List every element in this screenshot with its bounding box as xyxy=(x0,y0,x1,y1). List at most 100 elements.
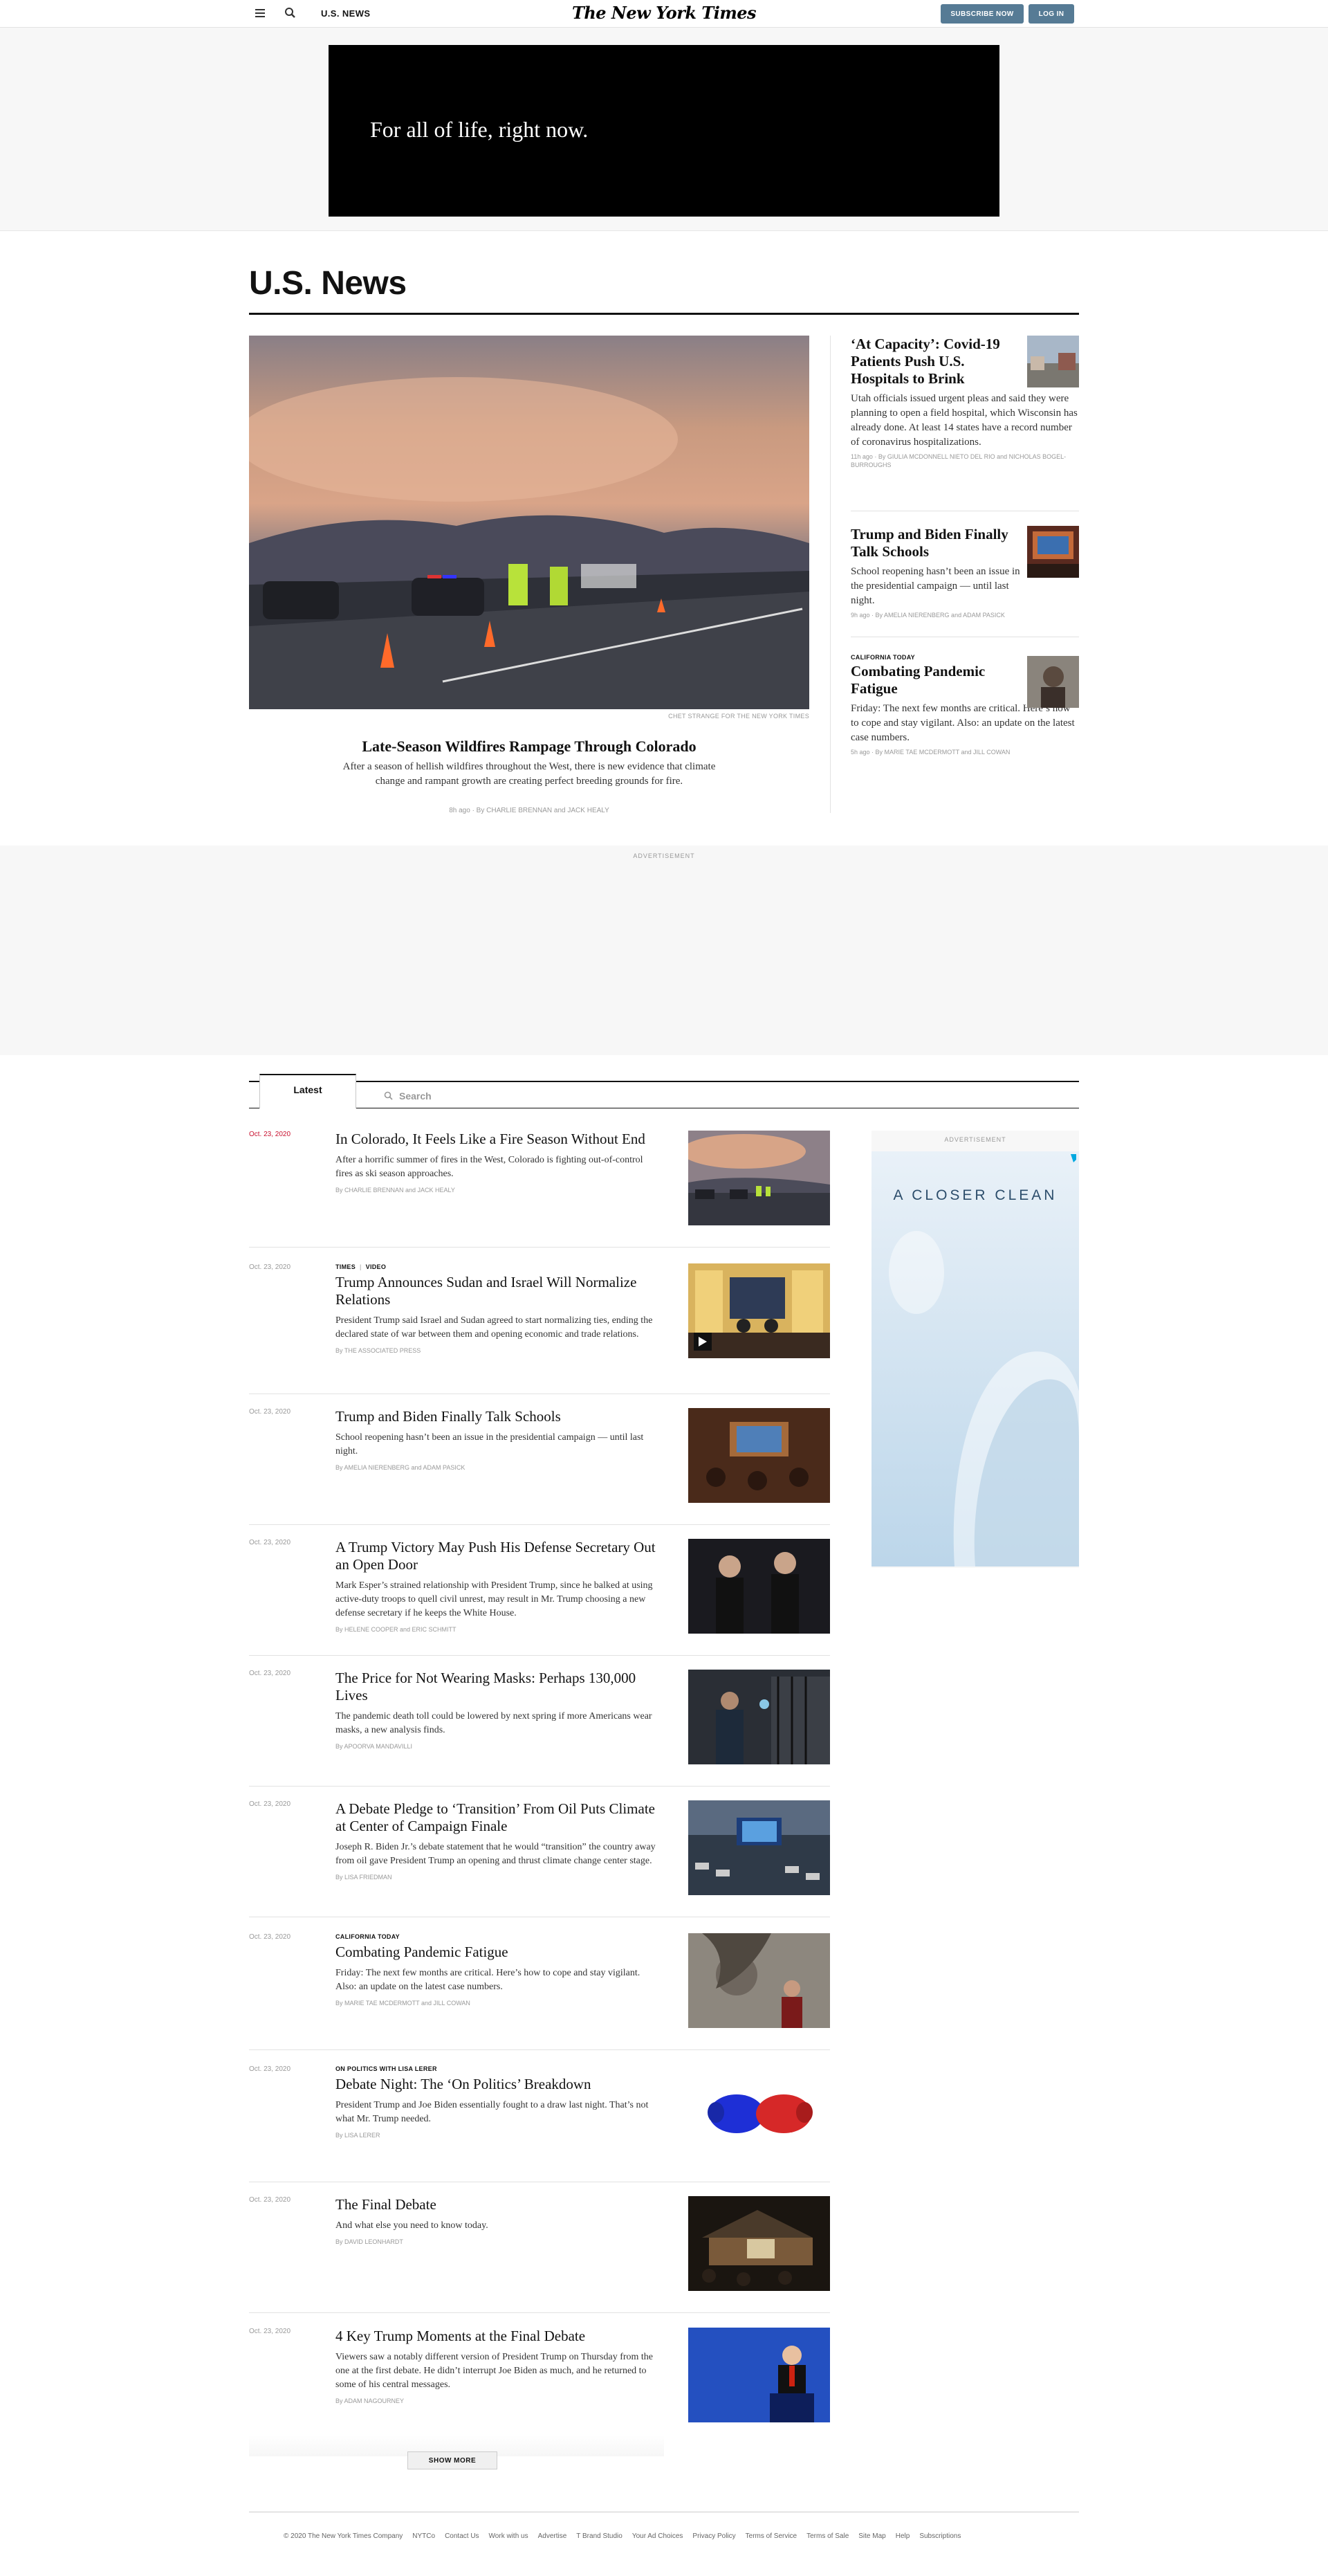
search-placeholder: Search xyxy=(399,1090,432,1102)
footer-link-advertise[interactable]: Advertise xyxy=(538,2532,567,2540)
menu-icon[interactable] xyxy=(253,7,267,21)
item-thumbnail[interactable] xyxy=(688,1408,830,1503)
footer-link-subscriptions[interactable]: Subscriptions xyxy=(919,2532,961,2540)
lead-byline: 8h ago · By CHARLIE BRENNAN and JACK HEA… xyxy=(449,807,609,814)
list-item[interactable]: Oct. 23, 2020 A Trump Victory May Push H… xyxy=(249,1539,830,1656)
ad-label: ADVERTISEMENT xyxy=(944,1136,1006,1143)
item-headline[interactable]: 4 Key Trump Moments at the Final Debate xyxy=(335,2328,661,2345)
side-story-thumbnail[interactable] xyxy=(1027,656,1079,708)
latest-tab-bar: Latest Search xyxy=(249,1074,1079,1108)
item-byline: By LISA LERER xyxy=(335,2132,380,2139)
lead-story-image[interactable] xyxy=(249,336,809,709)
item-byline: By AMELIA NIERENBERG and ADAM PASICK xyxy=(335,1464,465,1471)
item-thumbnail[interactable] xyxy=(688,1539,830,1634)
item-headline[interactable]: Trump and Biden Finally Talk Schools xyxy=(335,1408,661,1425)
side-story-headline[interactable]: ‘At Capacity’: Covid-19 Patients Push U.… xyxy=(851,336,1020,387)
item-thumbnail[interactable] xyxy=(688,2328,830,2422)
item-byline: By MARIE TAE MCDERMOTT and JILL COWAN xyxy=(335,2000,470,2007)
item-date: Oct. 23, 2020 xyxy=(249,1131,291,1138)
side-ad-creative[interactable]: A CLOSER CLEAN xyxy=(872,1151,1079,1566)
footer-link-terms-service[interactable]: Terms of Service xyxy=(746,2532,797,2540)
side-story[interactable]: CALIFORNIA TODAY Combating Pandemic Fati… xyxy=(851,654,1079,756)
search-icon xyxy=(384,1091,393,1100)
item-summary: Friday: The next few months are critical… xyxy=(335,1968,640,1992)
side-story[interactable]: Trump and Biden Finally Talk Schools Sch… xyxy=(851,526,1079,619)
item-byline: By APOORVA MANDAVILLI xyxy=(335,1743,413,1750)
item-headline[interactable]: Debate Night: The ‘On Politics’ Breakdow… xyxy=(335,2076,661,2093)
list-item[interactable]: Oct. 23, 2020 The Final Debate And what … xyxy=(249,2196,830,2313)
photo-credit: CHET STRANGE FOR THE NEW YORK TIMES xyxy=(668,713,809,720)
item-body: The Final Debate And what else you need … xyxy=(335,2196,661,2245)
list-item[interactable]: Oct. 23, 2020 A Debate Pledge to ‘Transi… xyxy=(249,1800,830,1917)
item-body: 4 Key Trump Moments at the Final Debate … xyxy=(335,2328,661,2404)
item-date: Oct. 23, 2020 xyxy=(249,1800,291,1808)
item-thumbnail[interactable] xyxy=(688,1263,830,1358)
footer-link-privacy[interactable]: Privacy Policy xyxy=(692,2532,735,2540)
item-thumbnail[interactable] xyxy=(688,2065,830,2160)
item-headline[interactable]: A Trump Victory May Push His Defense Sec… xyxy=(335,1539,661,1573)
list-item[interactable]: Oct. 23, 2020 Trump and Biden Finally Ta… xyxy=(249,1408,830,1525)
item-byline: By HELENE COOPER and ERIC SCHMITT xyxy=(335,1626,456,1633)
side-story-headline[interactable]: Combating Pandemic Fatigue xyxy=(851,663,1020,697)
item-thumbnail[interactable] xyxy=(688,1131,830,1225)
item-kicker[interactable]: ON POLITICS WITH LISA LERER xyxy=(335,2065,661,2072)
nyt-logo[interactable]: The New York Times xyxy=(0,3,1328,23)
item-summary: Joseph R. Biden Jr.’s debate statement t… xyxy=(335,1842,656,1866)
footer-link-nytco[interactable]: NYTCo xyxy=(412,2532,435,2540)
item-byline: By DAVID LEONHARDT xyxy=(335,2238,403,2245)
item-headline[interactable]: The Price for Not Wearing Masks: Perhaps… xyxy=(335,1670,661,1704)
side-story-headline[interactable]: Trump and Biden Finally Talk Schools xyxy=(851,526,1020,560)
footer-link-help[interactable]: Help xyxy=(896,2532,910,2540)
list-item[interactable]: Oct. 23, 2020 ON POLITICS WITH LISA LERE… xyxy=(249,2065,830,2182)
item-body: In Colorado, It Feels Like a Fire Season… xyxy=(335,1131,661,1194)
show-more-button[interactable]: SHOW MORE xyxy=(407,2451,497,2469)
footer-link-contact[interactable]: Contact Us xyxy=(445,2532,479,2540)
top-ad-container: For all of life, right now. xyxy=(0,28,1328,231)
item-kicker[interactable]: TIMES | VIDEO xyxy=(335,1263,661,1270)
search-icon[interactable] xyxy=(284,6,297,20)
item-body: ON POLITICS WITH LISA LERER Debate Night… xyxy=(335,2065,661,2139)
item-byline: By LISA FRIEDMAN xyxy=(335,1874,392,1881)
footer-link-work[interactable]: Work with us xyxy=(489,2532,528,2540)
list-item[interactable]: Oct. 23, 2020 In Colorado, It Feels Like… xyxy=(249,1131,830,1248)
list-item[interactable]: Oct. 23, 2020 TIMES | VIDEO Trump Announce… xyxy=(249,1263,830,1394)
side-story-summary: Friday: The next few months are critical… xyxy=(851,703,1075,743)
tab-latest[interactable]: Latest xyxy=(259,1074,356,1108)
side-story-byline: 9h ago · By AMELIA NIERENBERG and ADAM P… xyxy=(851,612,1005,619)
section-label[interactable]: U.S. NEWS xyxy=(321,8,371,19)
search-input[interactable]: Search xyxy=(384,1087,591,1105)
adchoices-icon xyxy=(1071,1154,1076,1162)
item-headline[interactable]: In Colorado, It Feels Like a Fire Season… xyxy=(335,1131,661,1148)
side-story-thumbnail[interactable] xyxy=(1027,526,1079,578)
lead-headline[interactable]: Late-Season Wildfires Rampage Through Co… xyxy=(249,738,809,756)
item-thumbnail[interactable] xyxy=(688,1670,830,1764)
kicker-times[interactable]: TIMES xyxy=(335,1263,356,1270)
item-headline[interactable]: Trump Announces Sudan and Israel Will No… xyxy=(335,1274,661,1308)
side-story[interactable]: ‘At Capacity’: Covid-19 Patients Push U.… xyxy=(851,336,1079,469)
item-headline[interactable]: Combating Pandemic Fatigue xyxy=(335,1944,661,1961)
footer-link-tbrand[interactable]: T Brand Studio xyxy=(576,2532,622,2540)
mid-ad-container: ADVERTISEMENT xyxy=(0,846,1328,1055)
item-thumbnail[interactable] xyxy=(688,1933,830,2028)
item-kicker[interactable]: CALIFORNIA TODAY xyxy=(335,1933,661,1940)
item-summary: After a horrific summer of fires in the … xyxy=(335,1155,643,1179)
footer-link-sitemap[interactable]: Site Map xyxy=(858,2532,885,2540)
item-date: Oct. 23, 2020 xyxy=(249,1263,291,1271)
top-ad-banner[interactable]: For all of life, right now. xyxy=(329,45,999,217)
kicker-video[interactable]: VIDEO xyxy=(366,1263,387,1270)
item-thumbnail[interactable] xyxy=(688,1800,830,1895)
side-story-byline: 5h ago · By MARIE TAE MCDERMOTT and JILL… xyxy=(851,749,1011,756)
footer-link-adchoices[interactable]: Your Ad Choices xyxy=(632,2532,683,2540)
list-item[interactable]: Oct. 23, 2020 The Price for Not Wearing … xyxy=(249,1670,830,1787)
list-item[interactable]: Oct. 23, 2020 4 Key Trump Moments at the… xyxy=(249,2328,830,2445)
item-headline[interactable]: A Debate Pledge to ‘Transition’ From Oil… xyxy=(335,1800,661,1835)
footer-link-terms-sale[interactable]: Terms of Sale xyxy=(806,2532,849,2540)
list-item[interactable]: Oct. 23, 2020 CALIFORNIA TODAY Combating… xyxy=(249,1933,830,2050)
side-story-thumbnail[interactable] xyxy=(1027,336,1079,387)
subscribe-button[interactable]: SUBSCRIBE NOW xyxy=(941,4,1024,24)
top-navigation-bar: U.S. NEWS The New York Times SUBSCRIBE N… xyxy=(0,0,1328,28)
login-button[interactable]: LOG IN xyxy=(1029,4,1074,24)
item-thumbnail[interactable] xyxy=(688,2196,830,2291)
side-story-summary: Utah officials issued urgent pleas and s… xyxy=(851,393,1078,448)
item-headline[interactable]: The Final Debate xyxy=(335,2196,661,2213)
